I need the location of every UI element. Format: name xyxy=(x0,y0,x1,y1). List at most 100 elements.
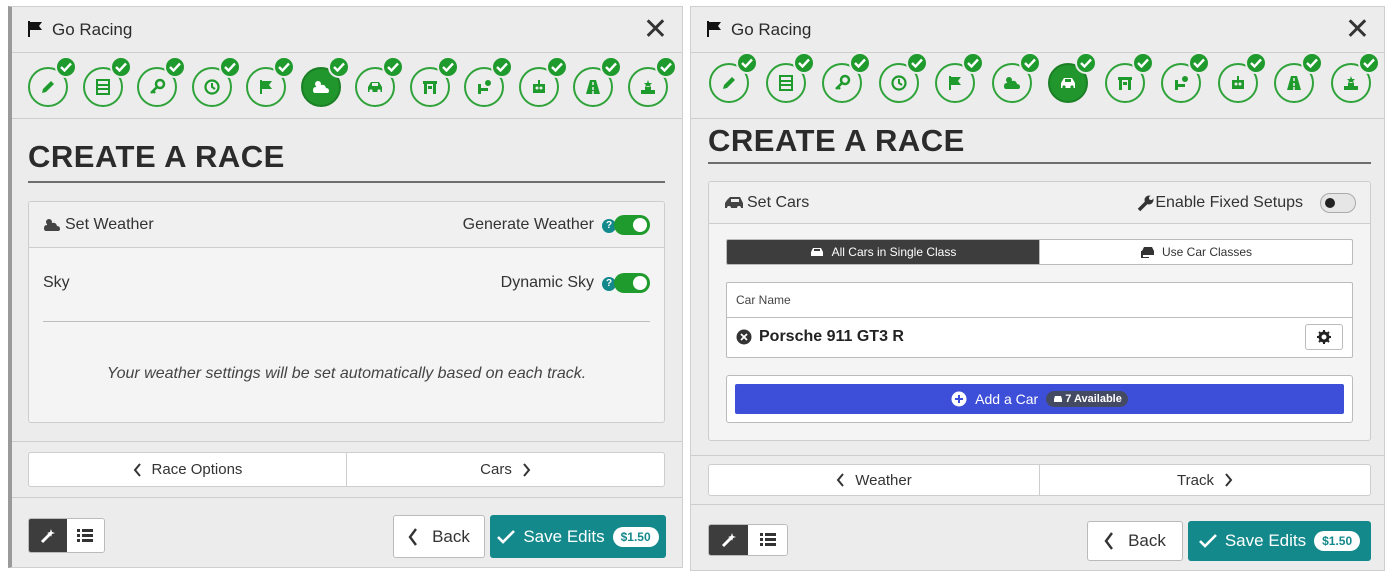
chevron-right-icon xyxy=(1225,473,1233,487)
step-podium[interactable] xyxy=(627,56,677,107)
car-classes-option[interactable]: Use Car Classes xyxy=(1039,240,1352,264)
car-icon xyxy=(725,197,743,210)
step-weather[interactable] xyxy=(300,56,350,107)
check-icon xyxy=(1249,58,1262,68)
car-icon xyxy=(1061,78,1075,89)
step-robot[interactable] xyxy=(518,56,568,107)
completed-badge xyxy=(1018,52,1041,74)
step-podium[interactable] xyxy=(1330,52,1380,103)
list-mode-button[interactable] xyxy=(748,525,787,555)
sky-label: Sky xyxy=(43,274,70,291)
step-track-gate[interactable] xyxy=(1104,52,1154,103)
chevron-left-icon xyxy=(133,462,141,477)
remove-car-icon[interactable] xyxy=(736,329,752,345)
prev-step-button[interactable]: Weather xyxy=(709,465,1039,495)
step-key[interactable] xyxy=(822,52,871,103)
wizard-mode-button[interactable] xyxy=(709,525,748,555)
completed-badge xyxy=(55,56,77,78)
step-clock[interactable] xyxy=(191,56,241,107)
completed-badge xyxy=(1188,52,1210,74)
close-icon[interactable]: ✕ xyxy=(1345,15,1370,45)
car-name: Porsche 911 GT3 R xyxy=(759,328,904,345)
dynamic-sky-toggle[interactable] xyxy=(614,273,650,293)
prev-step-label: Race Options xyxy=(151,461,243,478)
step-flag[interactable] xyxy=(246,56,295,107)
completed-badge xyxy=(792,52,815,74)
chevron-left-icon xyxy=(1104,532,1114,550)
weather-icon xyxy=(44,219,60,231)
check-icon xyxy=(60,62,72,72)
step-driver[interactable] xyxy=(464,56,513,107)
weather-note: Your weather settings will be set automa… xyxy=(106,365,587,382)
back-button[interactable]: Back xyxy=(393,515,485,558)
completed-badge xyxy=(1131,52,1154,74)
list-icon xyxy=(759,533,776,546)
next-step-button[interactable]: Cars xyxy=(346,453,664,486)
step-list[interactable] xyxy=(82,56,132,107)
step-robot[interactable] xyxy=(1217,52,1267,103)
completed-badge xyxy=(654,56,677,78)
back-label: Back xyxy=(1128,531,1166,550)
wizard-mode-button[interactable] xyxy=(29,519,67,552)
cars-card-title: Set Cars xyxy=(747,194,810,211)
flag-icon xyxy=(707,21,721,37)
step-clock[interactable] xyxy=(878,52,928,103)
completed-badge xyxy=(218,56,241,78)
step-edit[interactable] xyxy=(709,52,758,103)
step-edit[interactable] xyxy=(28,56,77,107)
wrench-icon xyxy=(1137,195,1154,212)
next-step-label: Cars xyxy=(480,461,512,478)
completed-badge xyxy=(545,56,568,78)
step-track-gate[interactable] xyxy=(409,56,459,107)
back-label: Back xyxy=(432,526,470,546)
list-mode-button[interactable] xyxy=(66,519,104,552)
single-class-option[interactable]: All Cars in Single Class xyxy=(727,240,1039,264)
check-icon xyxy=(441,62,454,72)
check-icon xyxy=(387,62,399,72)
car-settings-button[interactable] xyxy=(1305,324,1343,350)
completed-badge xyxy=(849,52,871,74)
step-list[interactable] xyxy=(765,52,815,103)
completed-badge xyxy=(1075,52,1097,74)
add-car-button[interactable]: Add a Car 7 Available xyxy=(735,384,1344,414)
car-classes-icon xyxy=(1054,395,1063,402)
view-mode-toggle xyxy=(708,524,788,556)
window-title: Go Racing xyxy=(731,20,812,39)
chevron-left-icon xyxy=(408,527,418,546)
close-icon[interactable]: ✕ xyxy=(643,15,668,45)
step-key[interactable] xyxy=(137,56,186,107)
driver-icon xyxy=(478,80,491,94)
completed-badge xyxy=(109,56,132,78)
fixed-setups-toggle[interactable] xyxy=(1320,193,1356,213)
next-step-button[interactable]: Track xyxy=(1039,465,1370,495)
save-edits-button[interactable]: Save Edits $1.50 xyxy=(490,515,666,558)
plus-circle-icon xyxy=(951,391,967,407)
completed-badge xyxy=(327,56,350,78)
check-icon xyxy=(797,58,810,68)
key-icon xyxy=(150,78,166,94)
step-driver[interactable] xyxy=(1161,52,1210,103)
step-car[interactable] xyxy=(355,56,404,107)
completed-badge xyxy=(164,56,186,78)
save-edits-button[interactable]: Save Edits $1.50 xyxy=(1188,521,1371,561)
prev-step-button[interactable]: Race Options xyxy=(29,453,346,486)
window-title: Go Racing xyxy=(52,20,133,39)
check-icon xyxy=(496,62,508,72)
step-car[interactable] xyxy=(1048,52,1097,103)
check-icon xyxy=(605,62,617,72)
generate-weather-toggle[interactable] xyxy=(614,215,650,235)
step-road[interactable] xyxy=(573,56,622,107)
back-button[interactable]: Back xyxy=(1087,521,1183,561)
completed-badge xyxy=(1301,52,1323,74)
step-road[interactable] xyxy=(1274,52,1323,103)
check-icon xyxy=(741,58,753,68)
step-flag[interactable] xyxy=(935,52,984,103)
step-weather[interactable] xyxy=(991,52,1041,103)
car-classes-label: Use Car Classes xyxy=(1161,245,1253,259)
cars-card: Set Cars Enable Fixed Setups All Cars in… xyxy=(708,181,1371,441)
prev-step-label: Weather xyxy=(855,471,912,489)
generate-weather-label: Generate Weather xyxy=(462,216,594,233)
road-icon xyxy=(586,80,600,94)
check-icon xyxy=(1198,534,1217,548)
divider xyxy=(691,504,1384,505)
